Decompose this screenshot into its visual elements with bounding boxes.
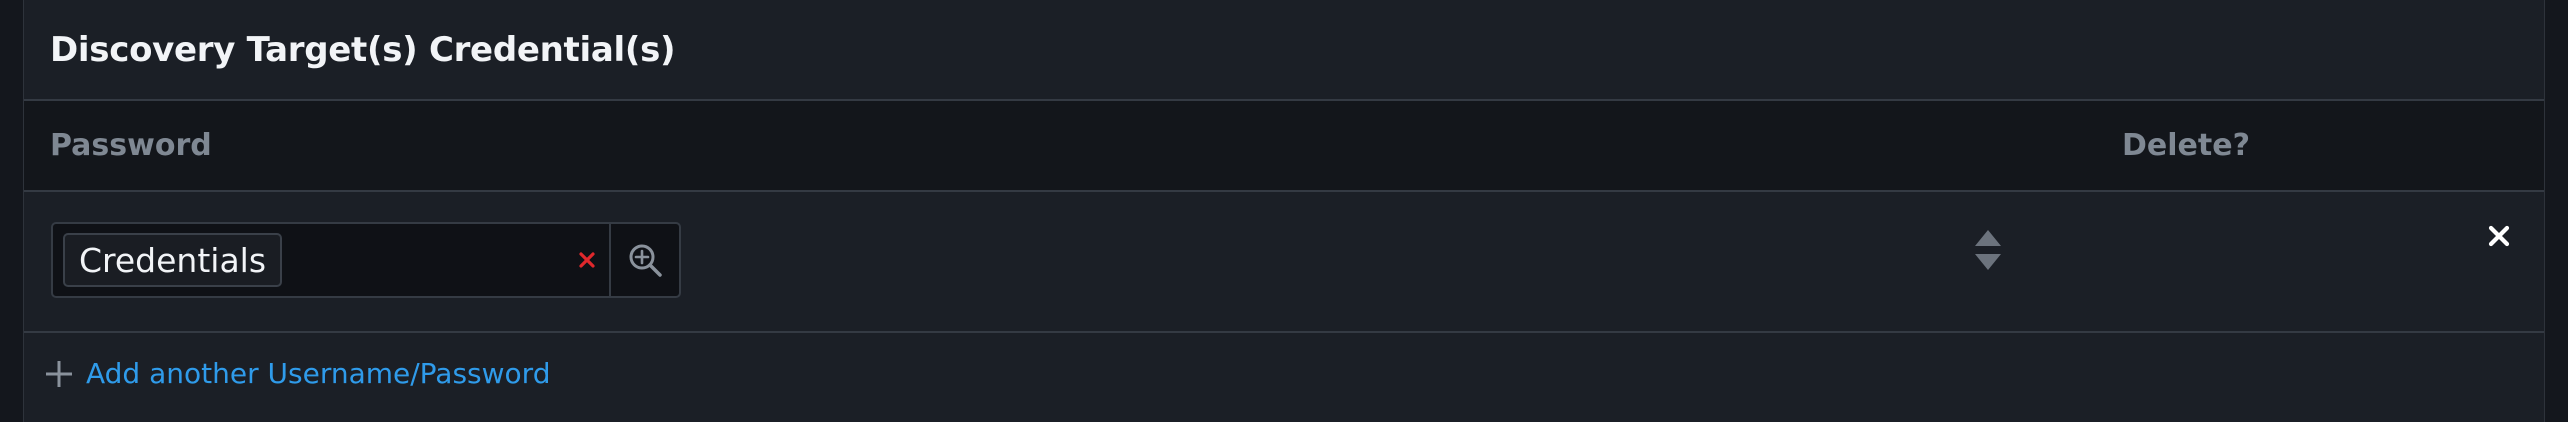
lookup-button[interactable] xyxy=(609,224,679,296)
add-credential-link[interactable]: Add another Username/Password xyxy=(44,357,550,390)
table-header: Password Delete? xyxy=(24,101,2544,192)
sort-icon[interactable] xyxy=(1974,228,2002,272)
add-credential-label: Add another Username/Password xyxy=(86,357,551,390)
delete-row-close-icon[interactable] xyxy=(2486,223,2512,249)
column-header-password: Password xyxy=(50,128,212,163)
credentials-panel: Discovery Target(s) Credential(s) Passwo… xyxy=(23,0,2545,422)
credential-tag-label: Credentials xyxy=(79,240,267,280)
clear-icon[interactable] xyxy=(575,248,599,272)
plus-icon xyxy=(46,360,72,387)
column-header-delete: Delete? xyxy=(2122,128,2250,163)
table-row: Credentials xyxy=(24,192,2544,333)
zoom-in-icon xyxy=(629,244,662,277)
credential-select[interactable]: Credentials xyxy=(51,222,681,298)
panel-header: Discovery Target(s) Credential(s) xyxy=(24,0,2544,101)
credential-tag[interactable]: Credentials xyxy=(63,233,283,287)
credential-select-field[interactable]: Credentials xyxy=(53,224,609,296)
panel-title: Discovery Target(s) Credential(s) xyxy=(50,29,676,70)
